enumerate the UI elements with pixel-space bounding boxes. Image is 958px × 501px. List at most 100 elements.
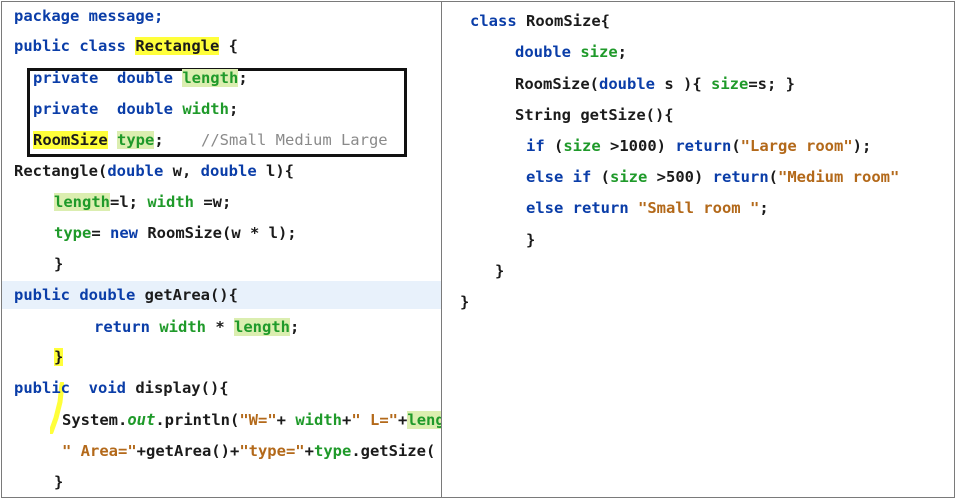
right-code-pane: class RoomSize{double size; RoomSize(doub… [443, 0, 956, 501]
code-token: size [563, 137, 601, 155]
code-token: ; [290, 318, 300, 336]
code-token: ); [852, 137, 872, 155]
code-token: out [127, 411, 156, 429]
left-code-line: private double length; [33, 64, 248, 92]
code-token: length [407, 411, 441, 429]
right-code-line: else if (size >500) return("Medium room" [526, 163, 899, 191]
left-code-line: public void display(){ [14, 374, 229, 402]
code-token: public double [14, 286, 145, 304]
code-token: class [470, 12, 526, 30]
code-token: >1000) [600, 137, 676, 155]
left-code-pane: package message; public class Rectangle {… [2, 0, 441, 501]
code-token: Rectangle [135, 37, 220, 55]
code-token: "Large room" [740, 137, 853, 155]
code-token: =s; } [748, 75, 795, 93]
code-token: .println( [155, 411, 240, 429]
left-code-line: Rectangle(double w, double l){ [14, 157, 294, 185]
left-code-line: " Area="+getArea()+"type="+type.getSize( [62, 437, 435, 465]
code-token: ( [768, 168, 778, 186]
code-token: RoomSize(w * l); [138, 224, 297, 242]
code-token: + [276, 411, 296, 429]
right-code-line: } [526, 226, 535, 254]
code-token: public [14, 379, 89, 397]
left-code-line: public double getArea(){ [14, 281, 238, 309]
code-token: =l; [110, 193, 148, 211]
code-token: new [110, 224, 138, 242]
code-token: =w; [194, 193, 232, 211]
right-code-line: double size; [515, 38, 627, 66]
code-token: +getArea()+ [136, 442, 240, 460]
code-token: ; [617, 43, 627, 61]
code-token: ; [759, 199, 769, 217]
code-token: " L=" [351, 411, 399, 429]
code-token: length [182, 69, 239, 87]
code-token: } [54, 473, 64, 491]
left-code-line: public class Rectangle { [14, 32, 238, 60]
code-token: return [94, 318, 160, 336]
code-token: getArea(){ [144, 286, 238, 304]
code-token: String getSize(){ [515, 106, 674, 124]
code-token: size [610, 168, 648, 186]
code-token: void [88, 379, 126, 397]
code-token: width [295, 411, 342, 429]
code-token: ( [544, 137, 564, 155]
code-token: + [342, 411, 352, 429]
code-token: else return [526, 199, 638, 217]
left-code-line: return width * length; [94, 313, 299, 341]
right-code-line: RoomSize(double s ){ size=s; } [515, 70, 795, 98]
right-code-line: class RoomSize{ [470, 7, 610, 35]
code-token: display(){ [125, 379, 229, 397]
code-token: Rectangle( [14, 162, 108, 180]
code-token: return [712, 168, 769, 186]
code-token: size [580, 43, 618, 61]
code-token: type [117, 131, 155, 149]
code-token: } [460, 293, 470, 311]
code-token: if [526, 137, 545, 155]
right-code-line: if (size >1000) return("Large room"); [526, 132, 871, 160]
code-token: "Medium room" [778, 168, 900, 186]
code-token: double [599, 75, 655, 93]
left-code-line: System.out.println("W="+ width+" L="+len… [62, 406, 441, 434]
left-code-line: } [54, 468, 63, 496]
code-token: width [182, 100, 229, 118]
code-token: ; [228, 100, 239, 118]
code-token: else if [526, 168, 592, 186]
code-token: w, [163, 162, 201, 180]
left-code-line: } [54, 250, 63, 278]
code-token: } [54, 255, 64, 273]
code-token: } [54, 348, 64, 366]
code-token: ( [731, 137, 741, 155]
code-token: RoomSize( [515, 75, 599, 93]
code-token: package message; [14, 7, 164, 25]
code-token: { [219, 37, 238, 55]
code-token: >500) [647, 168, 713, 186]
code-token: RoomSize [33, 131, 108, 149]
code-token: public class [14, 37, 136, 55]
code-token: ; [154, 131, 201, 149]
right-code-line: else return "Small room "; [526, 194, 769, 222]
code-token: type [313, 442, 352, 460]
code-token: + [304, 442, 314, 460]
right-code-line: String getSize(){ [515, 101, 674, 129]
left-code-line: } [54, 343, 64, 371]
code-token: } [495, 262, 505, 280]
code-token: * [206, 318, 234, 336]
left-code-line: package message; [14, 2, 163, 30]
code-token: size [711, 75, 749, 93]
left-code-line: length=l; width =w; [54, 188, 231, 216]
code-token: l){ [256, 162, 294, 180]
code-token: } [526, 231, 536, 249]
code-token: ( [591, 168, 610, 186]
code-token: //Small Medium Large [201, 131, 388, 149]
code-token: "Small room " [637, 199, 760, 217]
left-code-line: RoomSize type; //Small Medium Large [33, 126, 388, 154]
code-token: width [159, 318, 206, 336]
left-code-line: private double width; [33, 95, 238, 123]
code-token: double [200, 162, 257, 180]
code-token: private double [33, 100, 183, 118]
code-token: length [54, 193, 110, 211]
code-token: "W=" [239, 411, 277, 429]
right-code-line: } [495, 257, 504, 285]
code-token: + [398, 411, 408, 429]
